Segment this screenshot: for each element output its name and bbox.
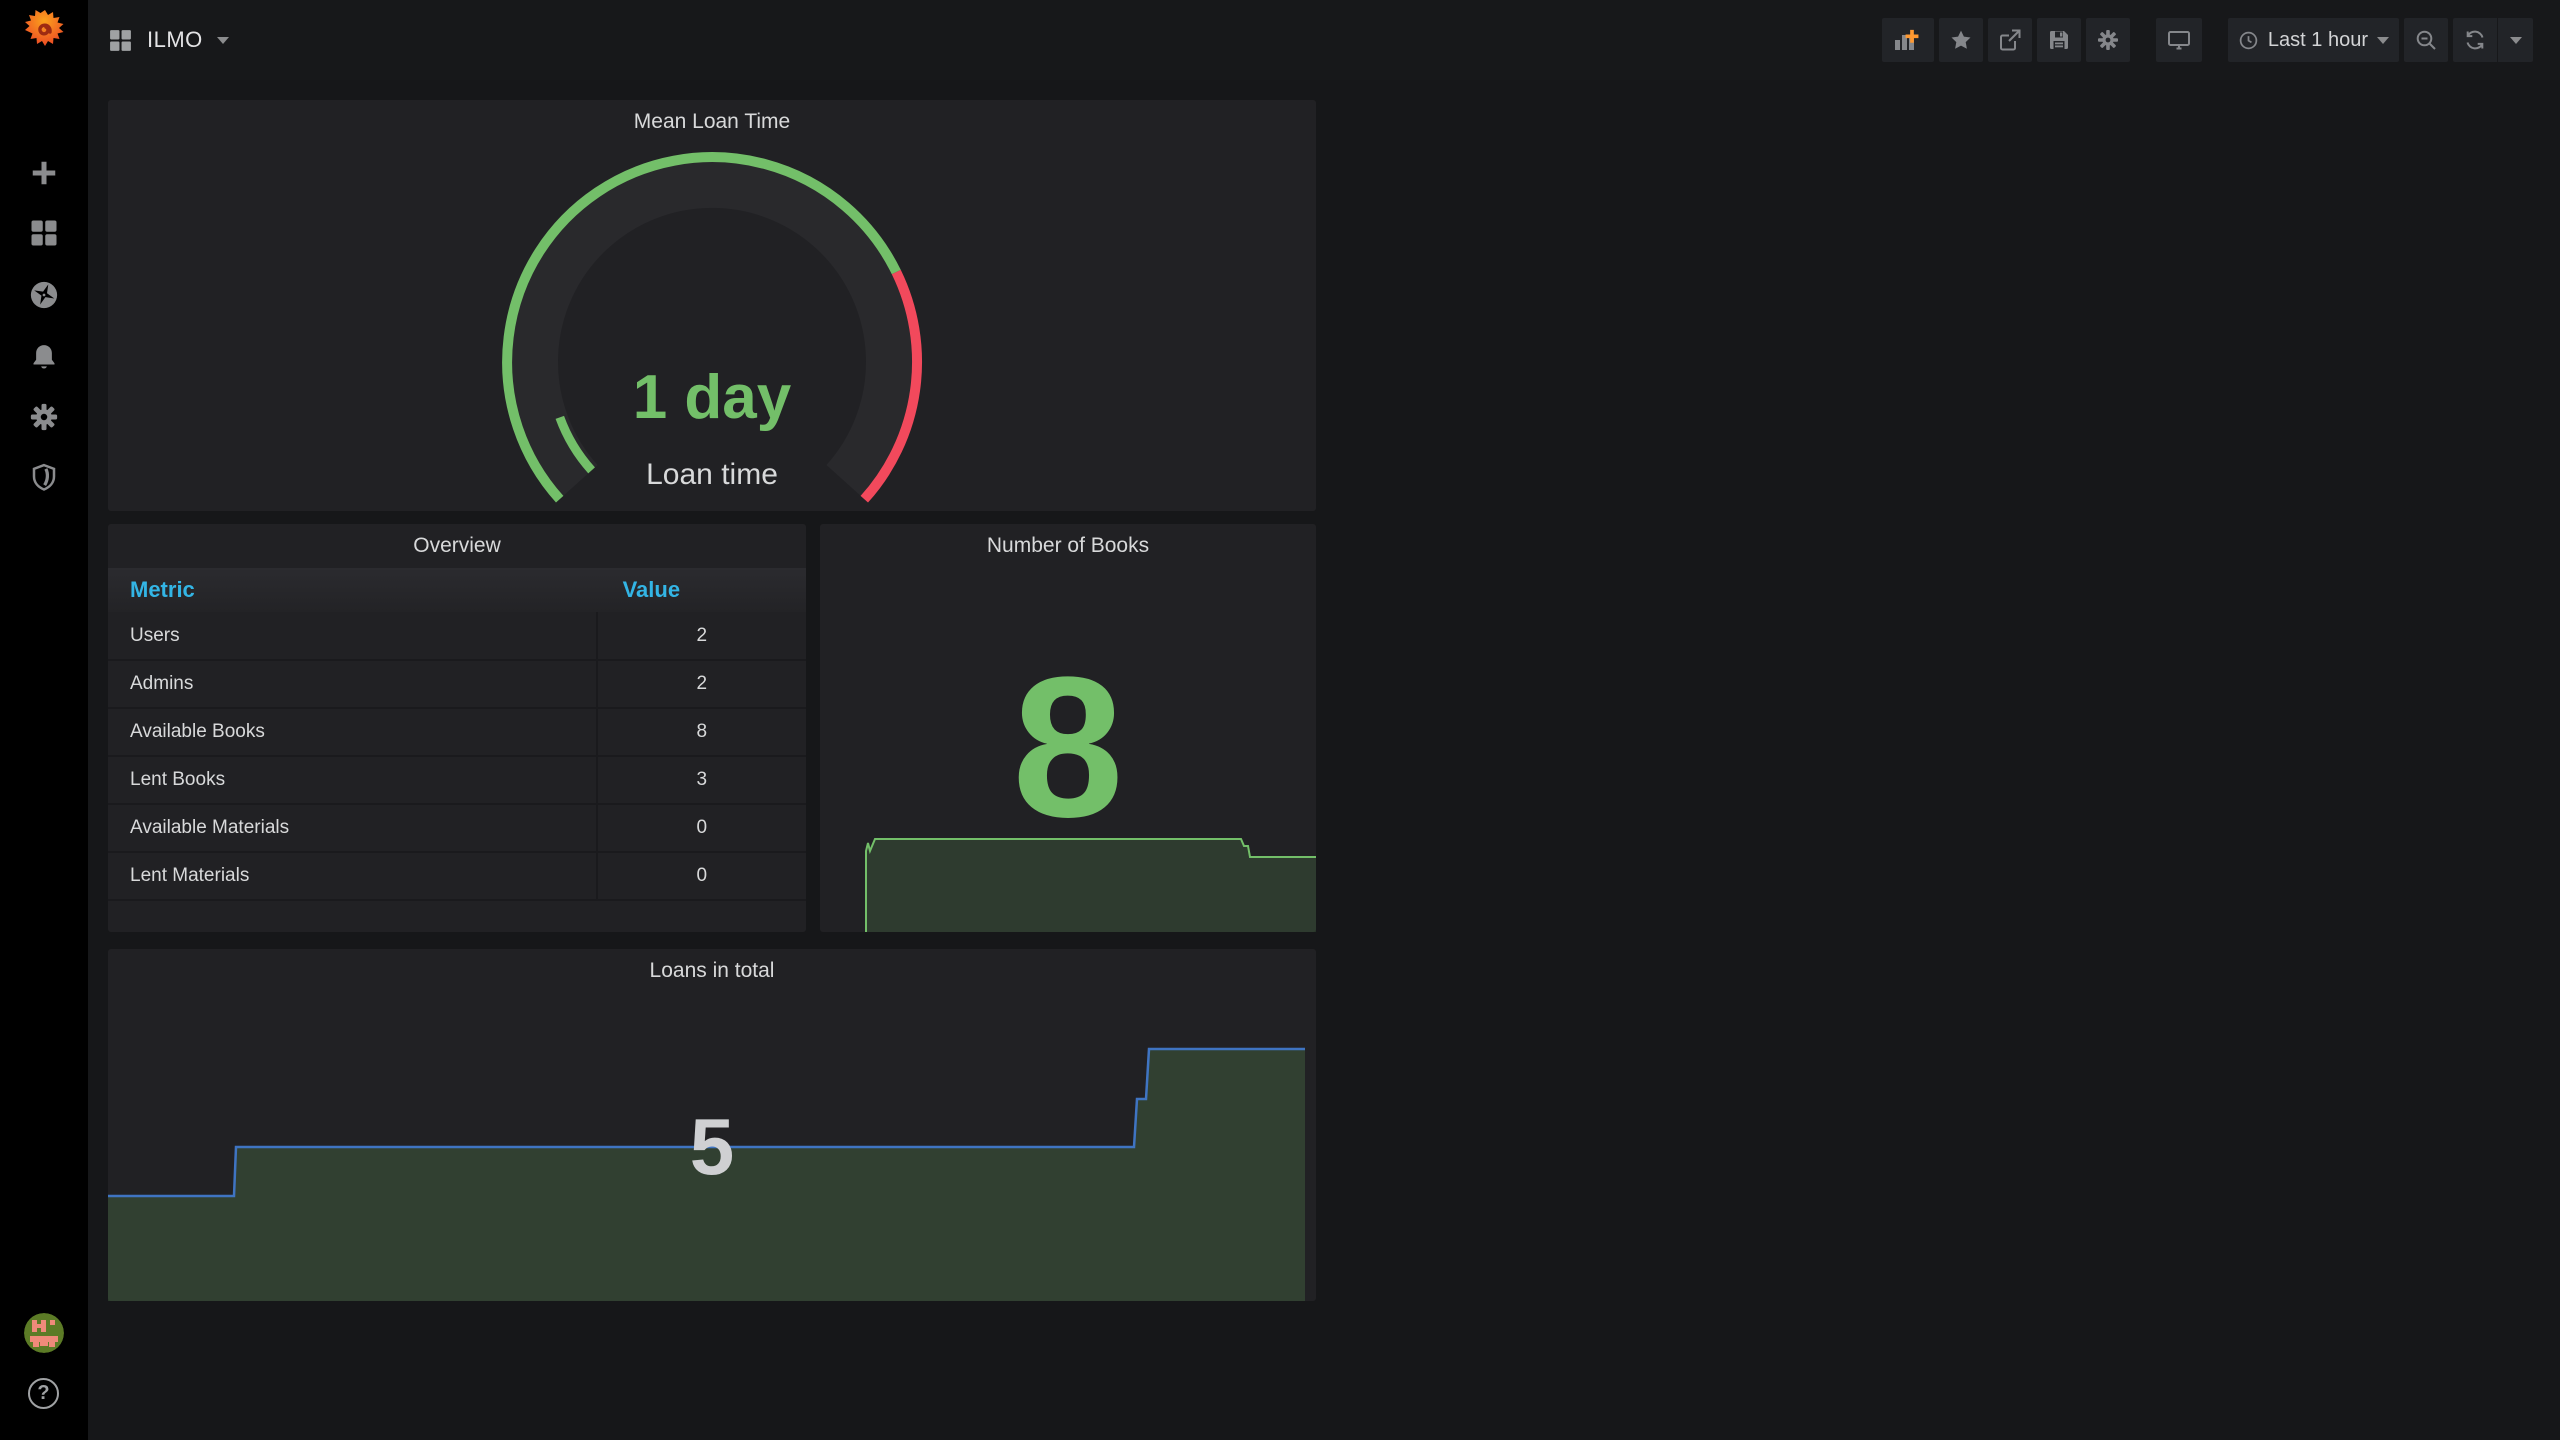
save-icon <box>2049 31 2068 49</box>
stat-value-books: 8 <box>1012 636 1124 859</box>
save-button[interactable] <box>2036 18 2081 62</box>
configuration-gear-icon[interactable] <box>0 393 88 441</box>
tv-mode-button[interactable] <box>2155 18 2202 62</box>
help-glyph: ? <box>37 1382 50 1404</box>
time-range-picker[interactable]: Last 1 hour <box>2227 18 2399 62</box>
column-header-value[interactable]: Value <box>596 568 806 612</box>
zoom-out-icon <box>2416 30 2436 50</box>
dashboard-settings-button[interactable] <box>2085 18 2130 62</box>
explore-compass-icon[interactable] <box>0 271 88 319</box>
metric-cell: Admins <box>108 660 597 709</box>
refresh-icon <box>2466 30 2484 50</box>
panel-title[interactable]: Loans in total <box>108 949 1316 993</box>
dashboard-title: ILMO <box>147 27 203 52</box>
value-cell: 2 <box>595 660 806 709</box>
help-icon[interactable]: ? <box>28 1378 59 1409</box>
side-menu: ? <box>0 0 88 1440</box>
table-row: Users 2 <box>108 612 806 661</box>
metric-cell: Available Materials <box>108 804 597 853</box>
value-cell: 3 <box>595 756 806 805</box>
alerting-bell-icon[interactable] <box>0 333 88 381</box>
table-row: Available Materials 0 <box>108 804 806 853</box>
add-panel-icon <box>1894 29 1919 50</box>
grafana-dashboard: ? ILMO Last 1 hour Mean Loan Time 1 day … <box>0 0 2560 1440</box>
server-admin-shield-icon[interactable] <box>0 453 88 501</box>
column-header-metric[interactable]: Metric <box>108 568 597 612</box>
time-range-caret-icon <box>2377 36 2389 44</box>
table-row: Available Books 8 <box>108 708 806 757</box>
refresh-button[interactable] <box>2453 18 2497 62</box>
refresh-interval-button[interactable] <box>2497 18 2533 62</box>
table-row: Lent Books 3 <box>108 756 806 805</box>
dashboard-caret-icon <box>216 36 229 44</box>
panel-title[interactable]: Overview <box>108 524 806 568</box>
table-header-row: Metric Value <box>108 568 806 612</box>
panel-number-of-books: Number of Books 8 <box>820 524 1316 932</box>
panel-overview: Overview Metric Value Users 2 Admins 2 A… <box>108 524 806 932</box>
gauge-label: Loan time <box>646 458 778 491</box>
panel-title[interactable]: Mean Loan Time <box>108 100 1316 144</box>
navbar-actions: Last 1 hour <box>1881 18 2533 62</box>
user-avatar[interactable] <box>24 1313 64 1353</box>
table-row: Admins 2 <box>108 660 806 709</box>
monitor-icon <box>2167 31 2190 50</box>
gauge-value: 1 day <box>633 363 792 432</box>
create-plus-icon[interactable] <box>0 149 88 197</box>
metric-cell: Lent Materials <box>108 852 597 901</box>
dashboard-grid-icon <box>110 29 131 51</box>
navbar: ILMO Last 1 hour <box>88 0 2560 80</box>
metric-cell: Available Books <box>108 708 597 757</box>
star-icon <box>1951 30 1971 49</box>
zoom-out-button[interactable] <box>2404 18 2448 62</box>
metric-cell: Users <box>108 612 597 661</box>
overview-table: Metric Value Users 2 Admins 2 Available … <box>108 568 806 901</box>
clock-icon <box>2239 31 2258 49</box>
value-cell: 0 <box>595 852 806 901</box>
settings-gear-icon <box>2097 30 2118 50</box>
share-icon <box>1999 29 2021 51</box>
metric-cell: Lent Books <box>108 756 597 805</box>
time-range-label: Last 1 hour <box>2267 28 2368 51</box>
value-cell: 8 <box>595 708 806 757</box>
refresh-button-group <box>2453 18 2533 62</box>
panel-mean-loan-time: Mean Loan Time 1 day Loan time <box>108 100 1316 511</box>
add-panel-button[interactable] <box>1881 18 1934 62</box>
refresh-interval-caret-icon <box>2509 36 2522 44</box>
stat-value-loans: 5 <box>689 1102 735 1191</box>
value-cell: 0 <box>595 804 806 853</box>
star-button[interactable] <box>1938 18 1983 62</box>
table-row: Lent Materials 0 <box>108 852 806 901</box>
share-button[interactable] <box>1987 18 2032 62</box>
loan-time-gauge: 1 day Loan time <box>502 152 923 503</box>
panel-title[interactable]: Number of Books <box>820 524 1316 568</box>
dashboards-icon[interactable] <box>0 209 88 257</box>
value-cell: 2 <box>595 612 806 661</box>
panel-loans-in-total: Loans in total 5 <box>108 949 1316 1301</box>
grafana-logo[interactable] <box>23 8 67 52</box>
dashboard-picker[interactable]: ILMO <box>108 0 229 80</box>
